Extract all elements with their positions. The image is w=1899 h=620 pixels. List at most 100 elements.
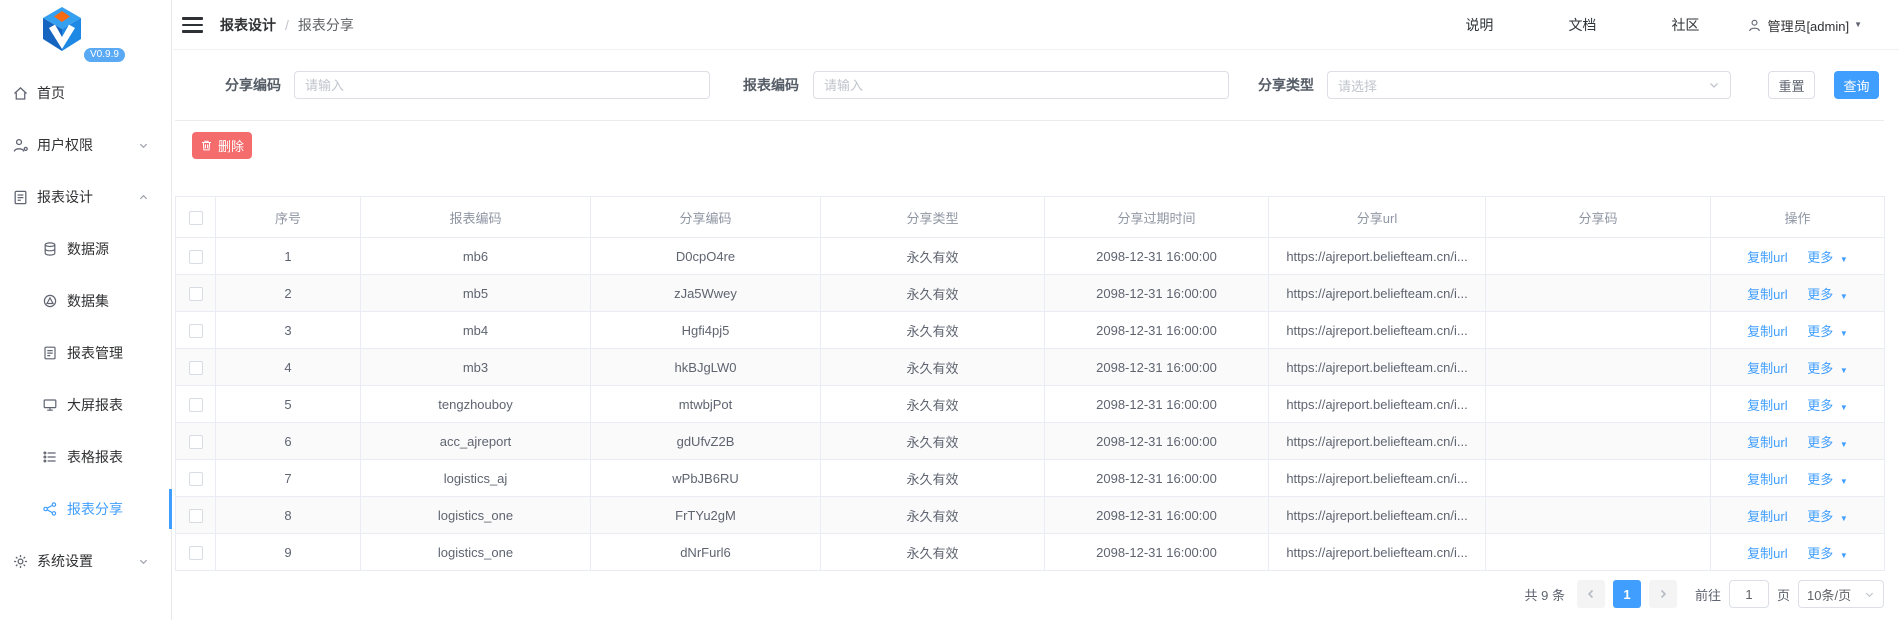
more-link[interactable]: 更多 [1807, 324, 1833, 339]
goto-page-input[interactable] [1729, 580, 1769, 608]
cell-share-password [1486, 534, 1711, 571]
select-all-cell [176, 197, 216, 238]
more-link[interactable]: 更多 [1807, 250, 1833, 265]
cell-share-code: zJa5Wwey [591, 275, 821, 312]
row-checkbox[interactable] [189, 435, 203, 449]
row-checkbox[interactable] [189, 361, 203, 375]
more-link[interactable]: 更多 [1807, 435, 1833, 450]
more-link[interactable]: 更多 [1807, 546, 1833, 561]
breadcrumb-page: 报表分享 [298, 15, 354, 35]
sidebar-item-table-report[interactable]: 表格报表 [0, 431, 171, 483]
version-badge: V0.9.9 [84, 48, 125, 62]
cell-share-type: 永久有效 [821, 423, 1045, 460]
delete-button[interactable]: 删除 [192, 132, 252, 159]
caret-down-icon: ▼ [1840, 514, 1848, 523]
copy-url-link[interactable]: 复制url [1747, 250, 1787, 265]
cell-expire-time: 2098-12-31 16:00:00 [1045, 349, 1269, 386]
nav-help-link[interactable]: 说明 [1465, 15, 1493, 35]
monitor-icon [42, 397, 59, 414]
sidebar-item-report-share[interactable]: 报表分享 [0, 483, 171, 535]
caret-down-icon: ▼ [1840, 255, 1848, 264]
col-share-url: 分享url [1269, 197, 1486, 238]
cell-actions: 复制url 更多 ▼ [1711, 275, 1885, 312]
cell-share-password [1486, 386, 1711, 423]
cell-actions: 复制url 更多 ▼ [1711, 534, 1885, 571]
more-link[interactable]: 更多 [1807, 398, 1833, 413]
caret-down-icon: ▼ [1840, 366, 1848, 375]
report-code-input[interactable] [813, 71, 1229, 99]
cell-expire-time: 2098-12-31 16:00:00 [1045, 275, 1269, 312]
cell-actions: 复制url 更多 ▼ [1711, 312, 1885, 349]
cell-report-code: logistics_one [361, 497, 591, 534]
cell-report-code: logistics_aj [361, 460, 591, 497]
page-number-button[interactable]: 1 [1613, 580, 1641, 608]
sidebar-item-label: 用户权限 [37, 135, 93, 155]
cell-actions: 复制url 更多 ▼ [1711, 238, 1885, 275]
copy-url-link[interactable]: 复制url [1747, 509, 1787, 524]
cell-actions: 复制url 更多 ▼ [1711, 460, 1885, 497]
prev-page-button[interactable] [1577, 580, 1605, 608]
search-button[interactable]: 查询 [1834, 71, 1879, 99]
copy-url-link[interactable]: 复制url [1747, 361, 1787, 376]
sidebar-item-bigscreen[interactable]: 大屏报表 [0, 379, 171, 431]
sidebar-item-datasource[interactable]: 数据源 [0, 223, 171, 275]
nav-community-link[interactable]: 社区 [1671, 15, 1699, 35]
cell-report-code: mb5 [361, 275, 591, 312]
row-checkbox[interactable] [189, 250, 203, 264]
chevron-down-icon [138, 140, 149, 151]
row-checkbox[interactable] [189, 398, 203, 412]
more-link[interactable]: 更多 [1807, 472, 1833, 487]
copy-url-link[interactable]: 复制url [1747, 472, 1787, 487]
cell-expire-time: 2098-12-31 16:00:00 [1045, 460, 1269, 497]
cell-share-url: https://ajreport.beliefteam.cn/i... [1269, 312, 1486, 349]
report-code-label: 报表编码 [743, 71, 799, 99]
cell-seq: 6 [216, 423, 361, 460]
copy-url-link[interactable]: 复制url [1747, 398, 1787, 413]
share-code-input[interactable] [294, 71, 710, 99]
sidebar-item-label: 报表分享 [67, 499, 123, 519]
user-menu[interactable]: 管理员[admin] ▼ [1747, 16, 1862, 35]
sidebar-item-home[interactable]: 首页 [0, 67, 171, 119]
sidebar-item-settings[interactable]: 系统设置 [0, 535, 171, 587]
next-page-button[interactable] [1649, 580, 1677, 608]
row-select-cell [176, 275, 216, 312]
user-name: 管理员[admin] [1767, 16, 1849, 35]
share-type-placeholder: 请选择 [1338, 76, 1377, 95]
cell-share-code: FrTYu2gM [591, 497, 821, 534]
app-window: V0.9.9 首页 用户权限 报表设计 [0, 0, 1899, 620]
row-checkbox[interactable] [189, 472, 203, 486]
table-body: 1 mb6 D0cpO4re 永久有效 2098-12-31 16:00:00 … [176, 238, 1885, 571]
sidebar-item-report-design[interactable]: 报表设计 [0, 171, 171, 223]
copy-url-link[interactable]: 复制url [1747, 324, 1787, 339]
more-link[interactable]: 更多 [1807, 509, 1833, 524]
row-select-cell [176, 423, 216, 460]
cell-share-type: 永久有效 [821, 460, 1045, 497]
cell-report-code: mb3 [361, 349, 591, 386]
hamburger-menu-icon[interactable] [182, 17, 203, 33]
sidebar-item-report-manage[interactable]: 报表管理 [0, 327, 171, 379]
sidebar-item-user-permission[interactable]: 用户权限 [0, 119, 171, 171]
more-link[interactable]: 更多 [1807, 361, 1833, 376]
chevron-up-icon [138, 192, 149, 203]
select-all-checkbox[interactable] [189, 211, 203, 225]
row-checkbox[interactable] [189, 287, 203, 301]
sidebar-item-dataset[interactable]: 数据集 [0, 275, 171, 327]
row-checkbox[interactable] [189, 546, 203, 560]
cell-share-code: D0cpO4re [591, 238, 821, 275]
row-checkbox[interactable] [189, 509, 203, 523]
row-checkbox[interactable] [189, 324, 203, 338]
copy-url-link[interactable]: 复制url [1747, 546, 1787, 561]
nav-docs-link[interactable]: 文档 [1568, 15, 1596, 35]
copy-url-link[interactable]: 复制url [1747, 435, 1787, 450]
sidebar-item-label: 首页 [37, 83, 65, 103]
breadcrumb: 报表设计 / 报表分享 [220, 0, 354, 50]
page-size-select[interactable]: 10条/页 [1798, 580, 1884, 608]
cell-share-type: 永久有效 [821, 312, 1045, 349]
table-row: 8 logistics_one FrTYu2gM 永久有效 2098-12-31… [176, 497, 1885, 534]
breadcrumb-section[interactable]: 报表设计 [220, 15, 276, 35]
copy-url-link[interactable]: 复制url [1747, 287, 1787, 302]
cell-share-code: wPbJB6RU [591, 460, 821, 497]
more-link[interactable]: 更多 [1807, 287, 1833, 302]
share-type-select[interactable]: 请选择 [1327, 71, 1731, 99]
reset-button[interactable]: 重置 [1768, 71, 1815, 99]
